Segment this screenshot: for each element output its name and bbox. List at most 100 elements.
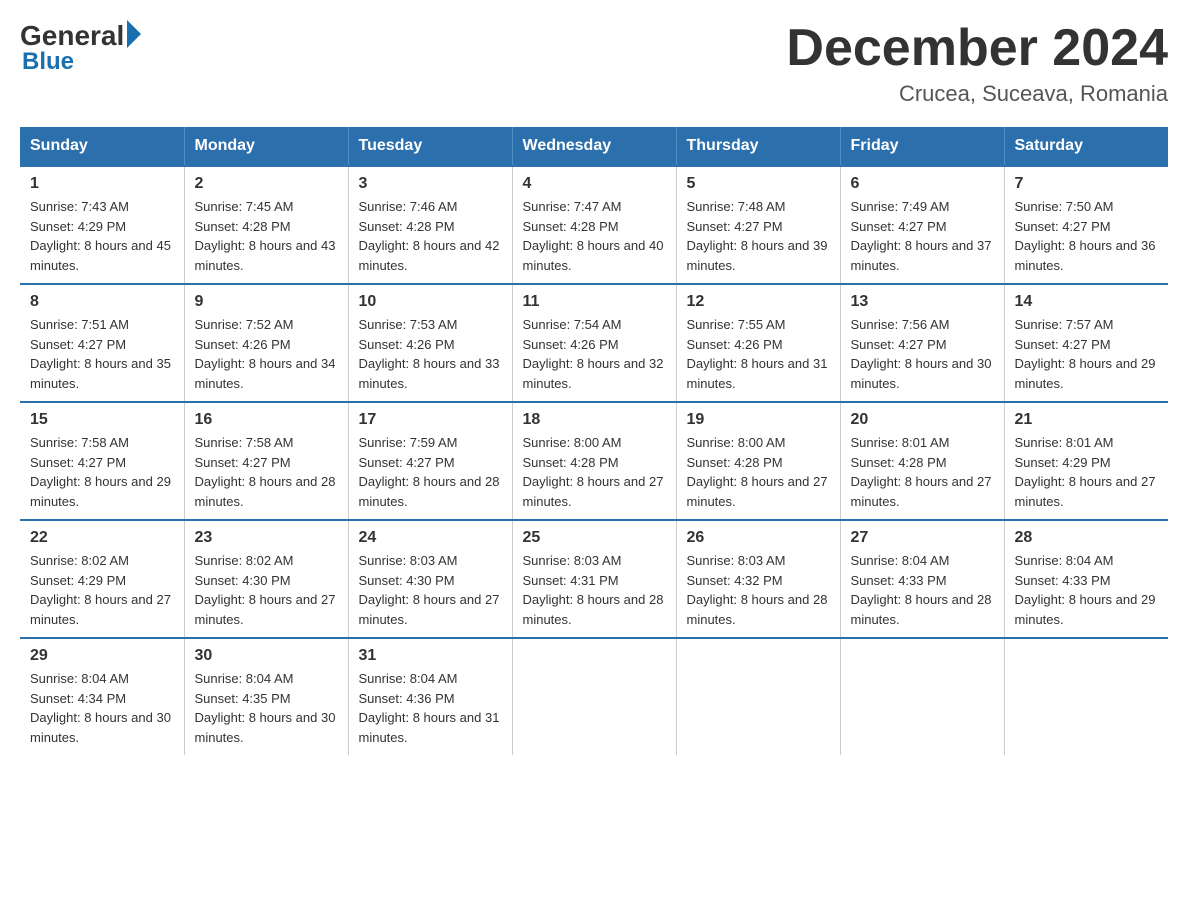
- day-info: Sunrise: 7:58 AMSunset: 4:27 PMDaylight:…: [30, 435, 171, 509]
- calendar-cell: 4Sunrise: 7:47 AMSunset: 4:28 PMDaylight…: [512, 166, 676, 284]
- calendar-cell: 31Sunrise: 8:04 AMSunset: 4:36 PMDayligh…: [348, 638, 512, 755]
- day-number: 4: [523, 175, 666, 193]
- logo: General Blue: [20, 20, 141, 76]
- day-info: Sunrise: 7:43 AMSunset: 4:29 PMDaylight:…: [30, 199, 171, 273]
- day-number: 9: [195, 293, 338, 311]
- day-number: 27: [851, 529, 994, 547]
- calendar-cell: 23 Sunrise: 8:02 AMSunset: 4:30 PMDayligh…: [184, 520, 348, 638]
- calendar-cell: 14 Sunrise: 7:57 AMSunset: 4:27 PMDayligh…: [1004, 284, 1168, 402]
- calendar-cell: 10Sunrise: 7:53 AMSunset: 4:26 PMDayligh…: [348, 284, 512, 402]
- calendar-cell: 17 Sunrise: 7:59 AMSunset: 4:27 PMDayligh…: [348, 402, 512, 520]
- day-number: 23: [195, 529, 338, 547]
- day-info: Sunrise: 7:48 AMSunset: 4:27 PMDaylight:…: [687, 199, 828, 273]
- day-info: Sunrise: 8:01 AMSunset: 4:28 PMDaylight:…: [851, 435, 992, 509]
- day-info: Sunrise: 8:03 AMSunset: 4:31 PMDaylight:…: [523, 553, 664, 627]
- day-number: 11: [523, 293, 666, 311]
- day-number: 24: [359, 529, 502, 547]
- day-number: 30: [195, 647, 338, 665]
- calendar-week-row: 1 Sunrise: 7:43 AMSunset: 4:29 PMDaylight…: [20, 166, 1168, 284]
- day-info: Sunrise: 8:02 AMSunset: 4:29 PMDaylight:…: [30, 553, 171, 627]
- calendar-cell: 22 Sunrise: 8:02 AMSunset: 4:29 PMDayligh…: [20, 520, 184, 638]
- day-number: 16: [195, 411, 338, 429]
- day-info: Sunrise: 7:52 AMSunset: 4:26 PMDaylight:…: [195, 317, 336, 391]
- logo-triangle-icon: [127, 20, 141, 48]
- calendar-cell: 1 Sunrise: 7:43 AMSunset: 4:29 PMDaylight…: [20, 166, 184, 284]
- calendar-cell: 6Sunrise: 7:49 AMSunset: 4:27 PMDaylight…: [840, 166, 1004, 284]
- calendar-cell: 30Sunrise: 8:04 AMSunset: 4:35 PMDayligh…: [184, 638, 348, 755]
- day-info: Sunrise: 8:01 AMSunset: 4:29 PMDaylight:…: [1015, 435, 1156, 509]
- calendar-table: SundayMondayTuesdayWednesdayThursdayFrid…: [20, 127, 1168, 755]
- day-info: Sunrise: 8:00 AMSunset: 4:28 PMDaylight:…: [687, 435, 828, 509]
- day-info: Sunrise: 7:54 AMSunset: 4:26 PMDaylight:…: [523, 317, 664, 391]
- day-number: 26: [687, 529, 830, 547]
- calendar-cell: 8Sunrise: 7:51 AMSunset: 4:27 PMDaylight…: [20, 284, 184, 402]
- day-info: Sunrise: 7:45 AMSunset: 4:28 PMDaylight:…: [195, 199, 336, 273]
- calendar-header-row: SundayMondayTuesdayWednesdayThursdayFrid…: [20, 127, 1168, 166]
- day-number: 2: [195, 175, 338, 193]
- calendar-cell: 12Sunrise: 7:55 AMSunset: 4:26 PMDayligh…: [676, 284, 840, 402]
- calendar-cell: 16 Sunrise: 7:58 AMSunset: 4:27 PMDayligh…: [184, 402, 348, 520]
- day-number: 14: [1015, 293, 1159, 311]
- day-info: Sunrise: 8:04 AMSunset: 4:33 PMDaylight:…: [1015, 553, 1156, 627]
- calendar-week-row: 22 Sunrise: 8:02 AMSunset: 4:29 PMDayligh…: [20, 520, 1168, 638]
- day-number: 17: [359, 411, 502, 429]
- header-tuesday: Tuesday: [348, 127, 512, 166]
- calendar-cell: 19 Sunrise: 8:00 AMSunset: 4:28 PMDayligh…: [676, 402, 840, 520]
- calendar-week-row: 29Sunrise: 8:04 AMSunset: 4:34 PMDayligh…: [20, 638, 1168, 755]
- day-number: 13: [851, 293, 994, 311]
- day-info: Sunrise: 8:04 AMSunset: 4:33 PMDaylight:…: [851, 553, 992, 627]
- calendar-cell: 3 Sunrise: 7:46 AMSunset: 4:28 PMDaylight…: [348, 166, 512, 284]
- day-number: 25: [523, 529, 666, 547]
- calendar-cell: 15 Sunrise: 7:58 AMSunset: 4:27 PMDayligh…: [20, 402, 184, 520]
- header-friday: Friday: [840, 127, 1004, 166]
- day-number: 28: [1015, 529, 1159, 547]
- day-info: Sunrise: 8:02 AMSunset: 4:30 PMDaylight:…: [195, 553, 336, 627]
- day-number: 22: [30, 529, 174, 547]
- calendar-week-row: 15 Sunrise: 7:58 AMSunset: 4:27 PMDayligh…: [20, 402, 1168, 520]
- day-number: 20: [851, 411, 994, 429]
- day-number: 15: [30, 411, 174, 429]
- header-wednesday: Wednesday: [512, 127, 676, 166]
- day-info: Sunrise: 7:50 AMSunset: 4:27 PMDaylight:…: [1015, 199, 1156, 273]
- calendar-cell: 27 Sunrise: 8:04 AMSunset: 4:33 PMDayligh…: [840, 520, 1004, 638]
- day-number: 19: [687, 411, 830, 429]
- title-block: December 2024 Crucea, Suceava, Romania: [786, 20, 1168, 107]
- day-number: 3: [359, 175, 502, 193]
- day-number: 7: [1015, 175, 1159, 193]
- location-text: Crucea, Suceava, Romania: [786, 81, 1168, 107]
- day-number: 6: [851, 175, 994, 193]
- day-number: 5: [687, 175, 830, 193]
- calendar-cell: 25 Sunrise: 8:03 AMSunset: 4:31 PMDayligh…: [512, 520, 676, 638]
- calendar-cell: 9 Sunrise: 7:52 AMSunset: 4:26 PMDaylight…: [184, 284, 348, 402]
- day-number: 18: [523, 411, 666, 429]
- day-info: Sunrise: 8:03 AMSunset: 4:30 PMDaylight:…: [359, 553, 500, 627]
- calendar-cell: [676, 638, 840, 755]
- month-title: December 2024: [786, 20, 1168, 77]
- calendar-cell: 21 Sunrise: 8:01 AMSunset: 4:29 PMDayligh…: [1004, 402, 1168, 520]
- calendar-cell: [512, 638, 676, 755]
- calendar-cell: 29Sunrise: 8:04 AMSunset: 4:34 PMDayligh…: [20, 638, 184, 755]
- day-info: Sunrise: 7:46 AMSunset: 4:28 PMDaylight:…: [359, 199, 500, 273]
- calendar-week-row: 8Sunrise: 7:51 AMSunset: 4:27 PMDaylight…: [20, 284, 1168, 402]
- calendar-cell: 11 Sunrise: 7:54 AMSunset: 4:26 PMDayligh…: [512, 284, 676, 402]
- calendar-cell: 18 Sunrise: 8:00 AMSunset: 4:28 PMDayligh…: [512, 402, 676, 520]
- calendar-cell: 5 Sunrise: 7:48 AMSunset: 4:27 PMDaylight…: [676, 166, 840, 284]
- logo-blue-text: Blue: [22, 48, 74, 76]
- header-sunday: Sunday: [20, 127, 184, 166]
- header-saturday: Saturday: [1004, 127, 1168, 166]
- day-number: 21: [1015, 411, 1159, 429]
- calendar-cell: [1004, 638, 1168, 755]
- day-info: Sunrise: 8:00 AMSunset: 4:28 PMDaylight:…: [523, 435, 664, 509]
- calendar-cell: 28 Sunrise: 8:04 AMSunset: 4:33 PMDayligh…: [1004, 520, 1168, 638]
- day-info: Sunrise: 7:57 AMSunset: 4:27 PMDaylight:…: [1015, 317, 1156, 391]
- header-monday: Monday: [184, 127, 348, 166]
- calendar-cell: [840, 638, 1004, 755]
- day-info: Sunrise: 8:03 AMSunset: 4:32 PMDaylight:…: [687, 553, 828, 627]
- day-number: 1: [30, 175, 174, 193]
- day-number: 12: [687, 293, 830, 311]
- day-info: Sunrise: 7:59 AMSunset: 4:27 PMDaylight:…: [359, 435, 500, 509]
- day-info: Sunrise: 7:53 AMSunset: 4:26 PMDaylight:…: [359, 317, 500, 391]
- day-number: 8: [30, 293, 174, 311]
- day-info: Sunrise: 7:56 AMSunset: 4:27 PMDaylight:…: [851, 317, 992, 391]
- day-info: Sunrise: 7:58 AMSunset: 4:27 PMDaylight:…: [195, 435, 336, 509]
